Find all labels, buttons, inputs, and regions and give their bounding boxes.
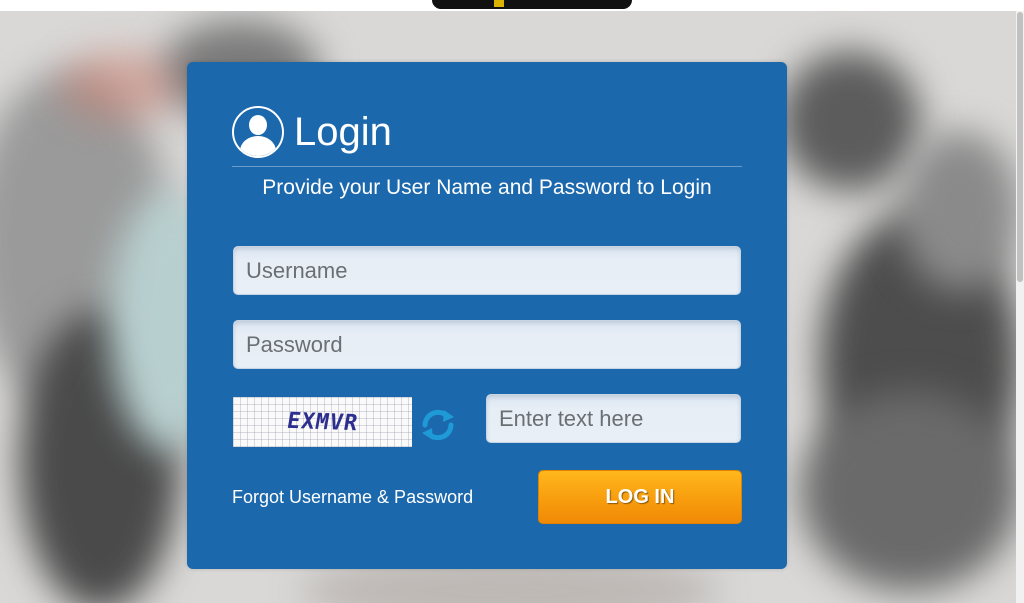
site-logo [432,0,632,9]
user-icon [232,106,284,158]
login-button[interactable]: LOG IN [538,470,742,524]
refresh-icon[interactable] [419,408,457,442]
login-title: Login [294,110,392,154]
top-header-strip [0,0,1024,11]
captcha-input[interactable] [486,394,741,443]
logo-mark [494,0,504,7]
forgot-credentials-link[interactable]: Forgot Username & Password [232,487,473,508]
captcha-code: EXMVR [284,408,361,436]
login-header: Login [232,106,392,158]
user-icon-body [240,136,276,156]
user-icon-head [249,115,267,135]
password-input[interactable] [233,320,741,369]
login-panel: Login Provide your User Name and Passwor… [187,62,787,569]
login-subtitle: Provide your User Name and Password to L… [262,176,712,199]
username-input[interactable] [233,246,741,295]
page-scrollbar[interactable] [1016,0,1024,603]
captcha-image: EXMVR [233,397,412,447]
header-divider [232,166,742,167]
scrollbar-thumb[interactable] [1017,12,1023,282]
